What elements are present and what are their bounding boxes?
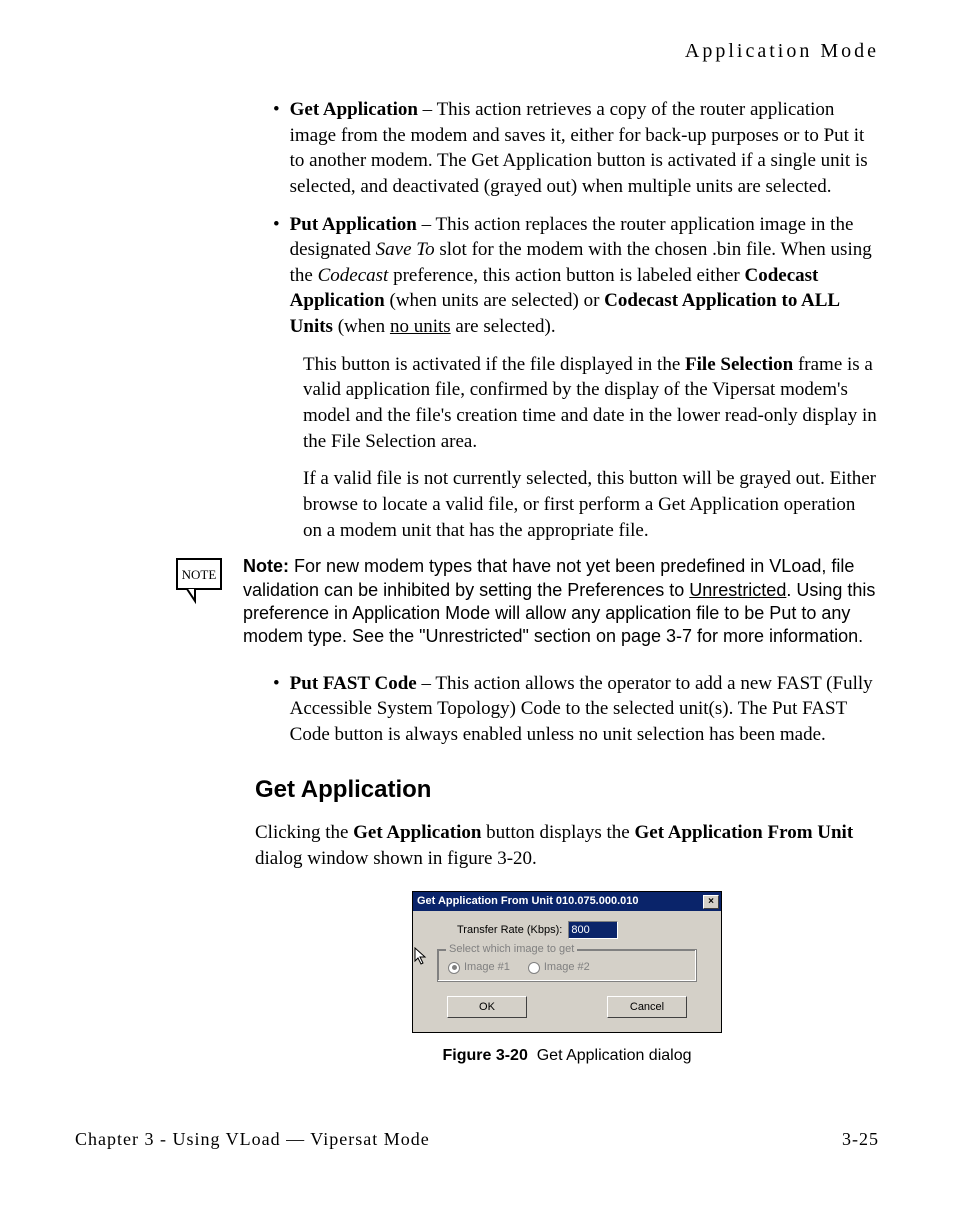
bullet-text: Get Application – This action retrieves … [290,97,879,200]
seg: (when units are selected) or [385,290,604,311]
group-legend: Select which image to get [446,942,577,957]
dialog-button-row: OK Cancel [427,996,707,1018]
bullet-marker: • [255,671,290,748]
continuation-2: If a valid file is not currently selecte… [303,466,879,543]
save-to: Save To [376,239,435,260]
cursor-icon [413,947,429,967]
bullet-get-application: • Get Application – This action retrieve… [255,97,879,200]
radio-dot-icon [448,962,460,974]
figure-text: Get Application dialog [537,1047,692,1064]
bullet-put-fast-code: • Put FAST Code – This action allows the… [255,671,879,748]
transfer-rate-row: Transfer Rate (Kbps): [457,921,707,939]
radio-row: Image #1 Image #2 [448,956,686,975]
term: Put FAST Code [290,673,417,694]
transfer-rate-input[interactable] [568,921,618,939]
content: • Get Application – This action retrieve… [255,97,879,543]
image-select-group: Select which image to get Image #1 Image… [437,949,697,982]
radio-label: Image #1 [464,960,510,975]
close-icon[interactable]: × [703,895,719,909]
dialog-body: Transfer Rate (Kbps): Select which image… [413,911,721,1032]
ga: Get Application [353,822,481,843]
svg-text:NOTE: NOTE [182,567,217,582]
bullet-put-application: • Put Application – This action replaces… [255,212,879,340]
get-application-dialog: Get Application From Unit 010.075.000.01… [412,891,722,1033]
footer-right: 3-25 [842,1127,879,1151]
post: dialog window shown in figure 3-20. [255,848,537,869]
continuation-1: This button is activated if the file dis… [303,352,879,455]
seg: preference, this action button is labele… [388,265,744,286]
dialog-title: Get Application From Unit 010.075.000.01… [417,894,639,909]
content-2: • Put FAST Code – This action allows the… [255,671,879,1067]
cancel-button[interactable]: Cancel [607,996,687,1018]
file-selection: File Selection [685,354,793,375]
bullet-marker: • [255,97,290,200]
radio-image-2[interactable]: Image #2 [528,960,590,975]
mid: button displays the [481,822,634,843]
intro-paragraph: Clicking the Get Application button disp… [255,820,879,871]
radio-image-1[interactable]: Image #1 [448,960,510,975]
note-block: NOTE Note: For new modem types that have… [75,555,879,649]
radio-dot-icon [528,962,540,974]
ok-button[interactable]: OK [447,996,527,1018]
note-text: For new modem types that have not yet be… [243,556,875,646]
pre: Clicking the [255,822,353,843]
bullet-marker: • [255,212,290,340]
dialog-titlebar: Get Application From Unit 010.075.000.01… [413,892,721,911]
figure-number: Figure 3-20 [442,1047,527,1064]
note-icon: NOTE [175,557,225,615]
no-units: no units [390,316,451,337]
bullet-text: Put FAST Code – This action allows the o… [290,671,879,748]
unrestricted: Unrestricted [689,580,786,600]
transfer-rate-label: Transfer Rate (Kbps): [457,923,562,938]
section-heading: Get Application [255,774,879,806]
page-footer: Chapter 3 - Using VLoad — Vipersat Mode … [75,1127,879,1151]
pre: This button is activated if the file dis… [303,354,685,375]
term: Put Application [290,214,417,235]
bullet-text: Put Application – This action replaces t… [290,212,879,340]
radio-label: Image #2 [544,960,590,975]
gafu: Get Application From Unit [634,822,853,843]
page-header: Application Mode [75,38,879,65]
note-label: Note: [243,556,289,576]
note-body: Note: For new modem types that have not … [243,555,879,649]
figure-caption: Figure 3-20 Get Application dialog [255,1045,879,1067]
term: Get Application [290,99,418,120]
codecast: Codecast [318,265,389,286]
seg: are selected). [451,316,556,337]
seg: (when [333,316,390,337]
footer-left: Chapter 3 - Using VLoad — Vipersat Mode [75,1127,430,1151]
dialog-figure: Get Application From Unit 010.075.000.01… [255,891,879,1033]
